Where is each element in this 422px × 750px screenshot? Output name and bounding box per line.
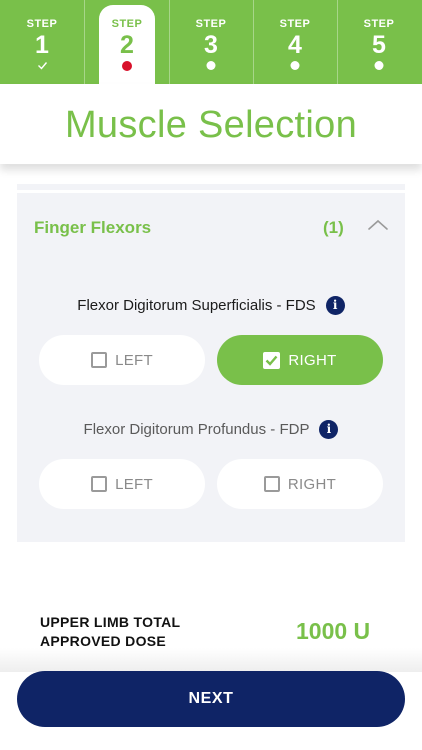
group-selected-count: (1)	[323, 218, 344, 237]
step-label: STEP	[26, 18, 58, 30]
page-title: Muscle Selection	[64, 104, 358, 146]
chevron-up-icon[interactable]	[367, 217, 389, 233]
side-label: LEFT	[115, 351, 153, 369]
info-icon[interactable]: i	[325, 296, 345, 315]
checkbox-unchecked-icon	[91, 476, 108, 492]
step-number: 4	[288, 31, 302, 59]
footer-shadow	[0, 648, 422, 672]
fdp-left-button[interactable]: LEFT	[39, 459, 205, 509]
muscle-label: Flexor Digitorum Profundus - FDP	[83, 421, 310, 438]
fds-left-button[interactable]: LEFT	[39, 335, 205, 385]
checkbox-checked-icon	[263, 351, 281, 369]
fdp-right-button[interactable]: RIGHT	[217, 459, 383, 509]
dose-label-line-1: UPPER LIMB TOTAL	[40, 614, 181, 630]
group-title[interactable]: Finger Flexors	[34, 218, 151, 238]
step-5[interactable]: STEP 5	[337, 0, 421, 84]
muscle-group-panel: Finger Flexors (1) Flexor Digitorum Supe…	[17, 193, 405, 542]
title-header: Muscle Selection	[0, 84, 422, 164]
step-number: 2	[120, 31, 134, 59]
info-icon[interactable]: i	[319, 420, 339, 439]
current-step-dot-icon	[122, 61, 132, 71]
dose-value: 1000 U	[296, 618, 371, 644]
step-label: STEP	[363, 18, 395, 30]
step-number: 1	[35, 31, 49, 59]
fds-right-button[interactable]: RIGHT	[217, 335, 383, 385]
step-divider	[84, 0, 85, 84]
step-number: 5	[372, 31, 386, 59]
step-2[interactable]: STEP 2	[99, 5, 155, 84]
step-label: STEP	[195, 18, 227, 30]
checkbox-unchecked-icon	[263, 476, 280, 492]
side-label: RIGHT	[288, 351, 337, 369]
step-3[interactable]: STEP 3	[169, 0, 253, 84]
checkmark-icon	[38, 61, 48, 70]
next-button[interactable]: NEXT	[17, 671, 405, 727]
stepper: STEP 1 STEP 2 STEP 3 STEP 4 STEP 5	[0, 0, 422, 84]
dose-label: UPPER LIMB TOTAL APPROVED DOSE	[40, 613, 180, 651]
step-number: 3	[204, 31, 218, 59]
muscle-label: Flexor Digitorum Superficialis - FDS	[77, 297, 316, 314]
muscle-name-fds: Flexor Digitorum Superficialis - FDS i	[17, 296, 405, 315]
muscle-name-fdp: Flexor Digitorum Profundus - FDP i	[17, 420, 405, 439]
step-label: STEP	[111, 18, 143, 30]
step-dot-icon	[374, 61, 384, 70]
step-label: STEP	[279, 18, 311, 30]
step-dot-icon	[290, 61, 300, 70]
side-label: RIGHT	[287, 475, 337, 493]
step-1[interactable]: STEP 1	[0, 0, 84, 84]
previous-group-edge	[17, 184, 405, 190]
checkbox-unchecked-icon	[91, 352, 108, 368]
step-4[interactable]: STEP 4	[253, 0, 337, 84]
step-dot-icon	[206, 61, 216, 70]
side-label: LEFT	[115, 475, 153, 493]
